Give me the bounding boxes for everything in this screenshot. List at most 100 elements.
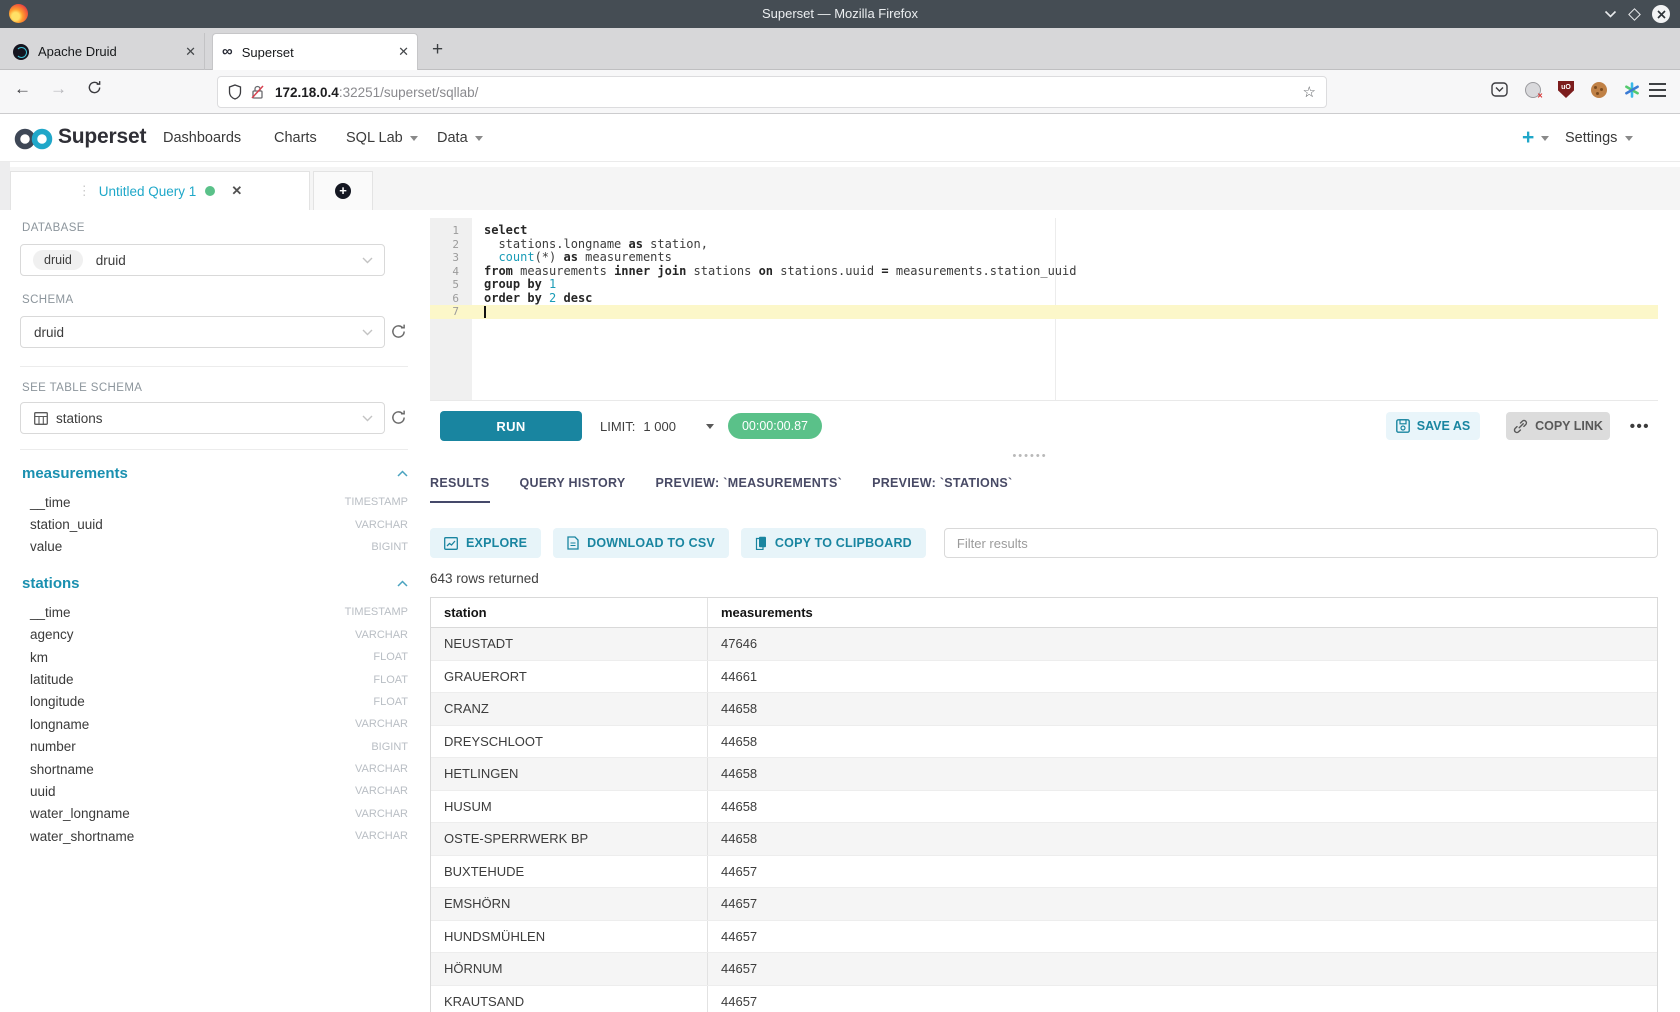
menu-icon[interactable] xyxy=(1649,83,1666,97)
add-query-tab-button[interactable]: + xyxy=(313,171,373,210)
table-row[interactable]: KRAUTSAND44657 xyxy=(431,986,1657,1012)
url-bar[interactable]: 172.18.0.4:32251/superset/sqllab/ ☆ xyxy=(217,76,1327,108)
column-type: VARCHAR xyxy=(355,785,408,797)
download-csv-button[interactable]: DOWNLOAD TO CSV xyxy=(553,528,729,558)
table-name[interactable]: stations xyxy=(22,575,397,592)
table-row[interactable]: CRANZ44658 xyxy=(431,693,1657,726)
back-icon[interactable]: ← xyxy=(14,79,31,99)
schema-column: longitudeFLOAT xyxy=(20,691,408,713)
copy-clipboard-button[interactable]: COPY TO CLIPBOARD xyxy=(741,528,926,558)
minimize-icon[interactable] xyxy=(1604,10,1617,18)
limit-value: 1 000 xyxy=(643,419,676,434)
sqllab-left-panel: DATABASE druid druid SCHEMA druid SEE TA… xyxy=(0,210,420,1012)
editor-line: 1select xyxy=(430,224,1658,238)
cell-station: HÖRNUM xyxy=(431,953,707,985)
reload-icon[interactable] xyxy=(87,80,102,95)
nav-sql-lab[interactable]: SQL Lab xyxy=(346,130,418,146)
chevron-up-icon[interactable] xyxy=(397,580,408,587)
ublock-icon[interactable]: uO xyxy=(1558,81,1574,98)
query-tab-untitled-query-1[interactable]: ⋮ Untitled Query 1 ✕ xyxy=(10,171,310,210)
tab-results[interactable]: RESULTS xyxy=(430,465,490,503)
query-tab-close-icon[interactable]: ✕ xyxy=(231,183,242,199)
tab-preview-stations[interactable]: PREVIEW: `STATIONS` xyxy=(872,465,1012,503)
browser-tab-apache-druid[interactable]: Apache Druid ✕ xyxy=(0,33,205,70)
tab-close-icon[interactable]: ✕ xyxy=(177,44,204,60)
line-number: 7 xyxy=(430,305,472,319)
extension-asterisk-icon[interactable] xyxy=(1624,82,1640,98)
table-row[interactable]: HUSUM44658 xyxy=(431,791,1657,824)
clipboard-icon xyxy=(755,536,767,550)
explore-button[interactable]: EXPLORE xyxy=(430,528,541,558)
maximize-icon[interactable] xyxy=(1628,8,1641,21)
filter-results-input[interactable] xyxy=(944,528,1658,558)
cell-measurements: 44658 xyxy=(707,693,1657,725)
bookmark-star-icon[interactable]: ☆ xyxy=(1303,83,1316,101)
browser-tabstrip: Apache Druid ✕ ∞ Superset ✕ + xyxy=(0,28,1680,70)
line-number: 6 xyxy=(430,292,472,306)
schema-column: water_shortnameVARCHAR xyxy=(20,825,408,847)
url-text[interactable]: 172.18.0.4:32251/superset/sqllab/ xyxy=(275,85,1303,100)
column-header-measurements[interactable]: measurements xyxy=(707,598,1657,627)
cookie-extension-icon[interactable] xyxy=(1591,82,1607,98)
cell-measurements: 44657 xyxy=(707,888,1657,920)
table-row[interactable]: GRAUERORT44661 xyxy=(431,661,1657,694)
pocket-icon[interactable] xyxy=(1491,81,1508,98)
chevron-down-icon xyxy=(362,329,373,336)
table-row[interactable]: HETLINGEN44658 xyxy=(431,758,1657,791)
table-row[interactable]: OSTE-SPERRWERK BP44658 xyxy=(431,823,1657,856)
table-name[interactable]: measurements xyxy=(22,465,397,482)
table-row[interactable]: NEUSTADT47646 xyxy=(431,628,1657,661)
refresh-table-icon[interactable] xyxy=(390,409,408,427)
settings-menu[interactable]: Settings xyxy=(1565,130,1633,146)
cell-measurements: 44661 xyxy=(707,661,1657,693)
superset-logo-icon[interactable] xyxy=(12,127,56,151)
chevron-down-icon xyxy=(706,424,714,429)
nav-charts[interactable]: Charts xyxy=(274,130,317,146)
pane-resize-handle[interactable]: •••••• xyxy=(985,451,1075,461)
tab-close-icon[interactable]: ✕ xyxy=(390,44,417,60)
query-timer-badge: 00:00:00.87 xyxy=(728,413,822,439)
sql-editor[interactable]: 1select2 stations.longname as station,3 … xyxy=(430,218,1658,400)
save-as-button[interactable]: SAVE AS xyxy=(1386,412,1480,440)
database-select[interactable]: druid druid xyxy=(20,244,385,276)
nav-dashboards[interactable]: Dashboards xyxy=(163,130,241,146)
privacy-extension-icon[interactable] xyxy=(1525,82,1541,98)
tab-preview-measurements[interactable]: PREVIEW: `MEASUREMENTS` xyxy=(656,465,843,503)
table-select[interactable]: stations xyxy=(20,402,385,434)
schema-table-stations: stations__timeTIMESTAMPagencyVARCHARkmFL… xyxy=(20,572,408,847)
nav-data[interactable]: Data xyxy=(437,130,483,146)
limit-dropdown[interactable]: LIMIT: 1 000 xyxy=(600,411,714,441)
more-options-icon[interactable]: ••• xyxy=(1630,412,1650,440)
table-row[interactable]: BUXTEHUDE44657 xyxy=(431,856,1657,889)
run-button[interactable]: RUN xyxy=(440,411,582,441)
brand-name[interactable]: Superset xyxy=(58,125,146,149)
table-row[interactable]: EMSHÖRN44657 xyxy=(431,888,1657,921)
tracking-shield-icon[interactable] xyxy=(228,84,242,100)
superset-navbar: Superset Dashboards Charts SQL Lab Data … xyxy=(0,114,1680,162)
add-new-button[interactable]: + xyxy=(1522,127,1549,149)
refresh-schema-icon[interactable] xyxy=(390,323,408,341)
code-text: order by 2 desc xyxy=(472,292,592,306)
table-row[interactable]: HUNDSMÜHLEN44657 xyxy=(431,921,1657,954)
insecure-lock-icon[interactable] xyxy=(251,84,264,100)
tab-query-history[interactable]: QUERY HISTORY xyxy=(520,465,626,503)
column-header-station[interactable]: station xyxy=(431,598,707,627)
chevron-up-icon[interactable] xyxy=(397,470,408,477)
forward-icon[interactable]: → xyxy=(50,79,67,99)
schema-column: latitudeFLOAT xyxy=(20,668,408,690)
column-name: agency xyxy=(30,627,355,642)
browser-tab-superset[interactable]: ∞ Superset ✕ xyxy=(212,33,418,70)
query-tab-bar: ⋮ Untitled Query 1 ✕ + xyxy=(10,167,1680,210)
schema-select[interactable]: druid xyxy=(20,316,385,348)
copy-link-button[interactable]: COPY LINK xyxy=(1506,412,1610,440)
new-tab-icon[interactable]: + xyxy=(432,40,443,60)
table-row[interactable]: HÖRNUM44657 xyxy=(431,953,1657,986)
schema-column: shortnameVARCHAR xyxy=(20,758,408,780)
table-row[interactable]: DREYSCHLOOT44658 xyxy=(431,726,1657,759)
schema-column: uuidVARCHAR xyxy=(20,780,408,802)
results-panel: RESULTS QUERY HISTORY PREVIEW: `MEASUREM… xyxy=(430,465,1658,1012)
close-window-icon[interactable] xyxy=(1652,5,1670,23)
drag-handle-icon[interactable]: ⋮ xyxy=(78,183,90,199)
results-table-body: NEUSTADT47646GRAUERORT44661CRANZ44658DRE… xyxy=(431,628,1657,1012)
cell-station: HUNDSMÜHLEN xyxy=(431,921,707,953)
